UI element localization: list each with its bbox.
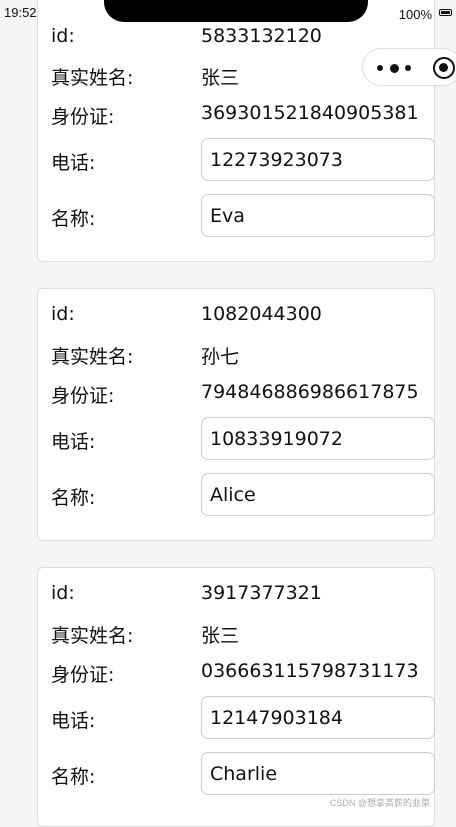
name-label: 名称:: [51, 208, 96, 230]
name-label: 名称:: [51, 766, 96, 788]
more-options-icon[interactable]: [377, 61, 411, 75]
name-input-value: Charlie: [210, 763, 278, 785]
name-label: 名称:: [51, 487, 96, 509]
watermark: CSDN @想拿高薪的韭菜: [329, 798, 430, 808]
id-value: 3917377321: [201, 582, 322, 604]
phone-input[interactable]: 12273923073: [201, 138, 435, 181]
real-name-label: 真实姓名:: [51, 625, 134, 647]
close-mini-program-icon[interactable]: [433, 57, 455, 79]
user-card: id: 3917377321 真实姓名: 张三 身份证: 03666311579…: [37, 567, 435, 827]
id-label: id:: [51, 303, 75, 325]
id-value: 1082044300: [201, 303, 322, 325]
id-card-value: 794846886986617875: [201, 381, 419, 403]
phone-label: 电话:: [51, 431, 96, 453]
real-name-value: 孙七: [201, 346, 240, 368]
name-input[interactable]: Charlie: [201, 752, 435, 795]
phone-input-value: 12147903184: [210, 707, 343, 729]
id-card-value: 369301521840905381: [201, 102, 419, 124]
name-input[interactable]: Alice: [201, 473, 435, 516]
id-value: 5833132120: [201, 25, 322, 47]
phone-input[interactable]: 10833919072: [201, 417, 435, 460]
name-input-value: Eva: [210, 205, 245, 227]
real-name-label: 真实姓名:: [51, 67, 134, 89]
phone-input[interactable]: 12147903184: [201, 696, 435, 739]
id-card-label: 身份证:: [51, 106, 115, 128]
phone-label: 电话:: [51, 152, 96, 174]
real-name-value: 张三: [201, 67, 240, 89]
id-label: id:: [51, 25, 75, 47]
name-input[interactable]: Eva: [201, 194, 435, 237]
user-card: id: 5833132120 真实姓名: 张三 身份证: 36930152184…: [37, 0, 435, 262]
id-card-label: 身份证:: [51, 385, 115, 407]
id-card-label: 身份证:: [51, 664, 115, 686]
user-card: id: 1082044300 真实姓名: 孙七 身份证: 79484688698…: [37, 288, 435, 541]
id-card-value: 036663115798731173: [201, 660, 419, 682]
phone-input-value: 12273923073: [210, 149, 343, 171]
battery-icon: [439, 9, 452, 16]
camera-notch: [104, 0, 368, 22]
phone-input-value: 10833919072: [210, 428, 343, 450]
real-name-value: 张三: [201, 625, 240, 647]
id-label: id:: [51, 582, 75, 604]
status-bar: 19:52 100%: [0, 0, 456, 26]
mini-program-capsule: [362, 48, 456, 86]
battery-percentage: 100%: [398, 7, 432, 22]
status-time: 19:52: [4, 5, 37, 20]
phone-label: 电话:: [51, 710, 96, 732]
name-input-value: Alice: [210, 484, 256, 506]
real-name-label: 真实姓名:: [51, 346, 134, 368]
